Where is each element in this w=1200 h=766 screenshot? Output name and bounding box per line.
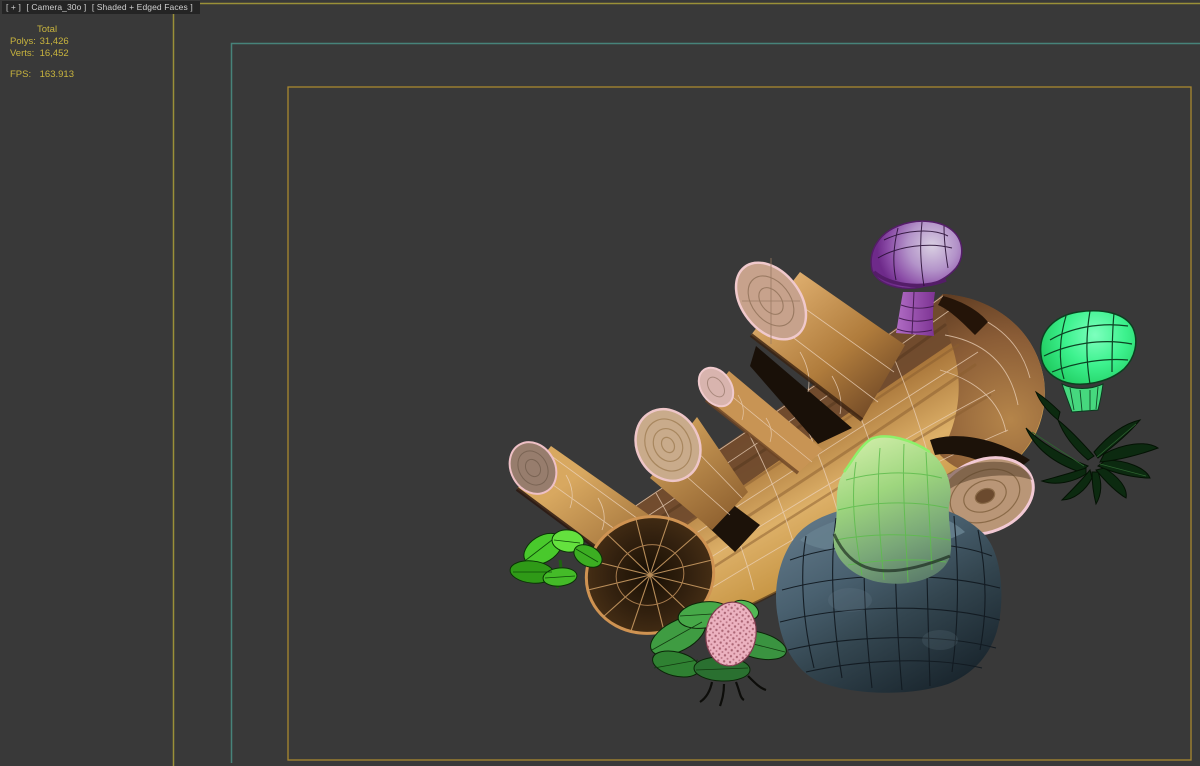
fern-blade xyxy=(1040,467,1087,484)
viewport-label: [ + ] [ Camera_30o ] [ Shaded + Edged Fa… xyxy=(2,1,200,14)
safe-frame-live-area xyxy=(172,2,1200,766)
viewport-shading-menu[interactable]: [ Shaded + Edged Faces ] xyxy=(92,2,193,12)
stats-polys-value: 31,426 xyxy=(39,36,69,47)
rock-speckle xyxy=(828,588,872,612)
stats-total-header: Total xyxy=(37,24,58,35)
stats-polys-label: Polys: xyxy=(10,36,36,47)
stats-polys-row: Polys: 31,426 xyxy=(10,36,69,48)
viewport-canvas[interactable] xyxy=(0,0,1200,766)
viewport-camera-menu[interactable]: [ Camera_30o ] xyxy=(26,2,86,12)
stats-verts-value: 16,452 xyxy=(39,48,69,59)
stats-fps-row: FPS: 163.913 xyxy=(10,69,74,81)
fern-blade xyxy=(1091,471,1102,506)
stats-fps-label: FPS: xyxy=(10,69,32,80)
purple-stem xyxy=(896,292,935,336)
viewport-general-menu[interactable]: [ + ] xyxy=(6,2,21,12)
stats-verts-label: Verts: xyxy=(10,48,35,59)
safe-frames xyxy=(172,2,1200,766)
green-mushroom-mesh[interactable] xyxy=(1039,310,1137,413)
stats-verts-row: Verts: 16,452 xyxy=(10,48,69,60)
scene-log-group[interactable] xyxy=(500,220,1160,707)
camera-viewport[interactable]: [ + ] [ Camera_30o ] [ Shaded + Edged Fa… xyxy=(0,0,1200,766)
stats-fps-value: 163.913 xyxy=(39,69,74,80)
fern-blade xyxy=(1056,418,1095,461)
rock-speckle xyxy=(922,630,958,650)
